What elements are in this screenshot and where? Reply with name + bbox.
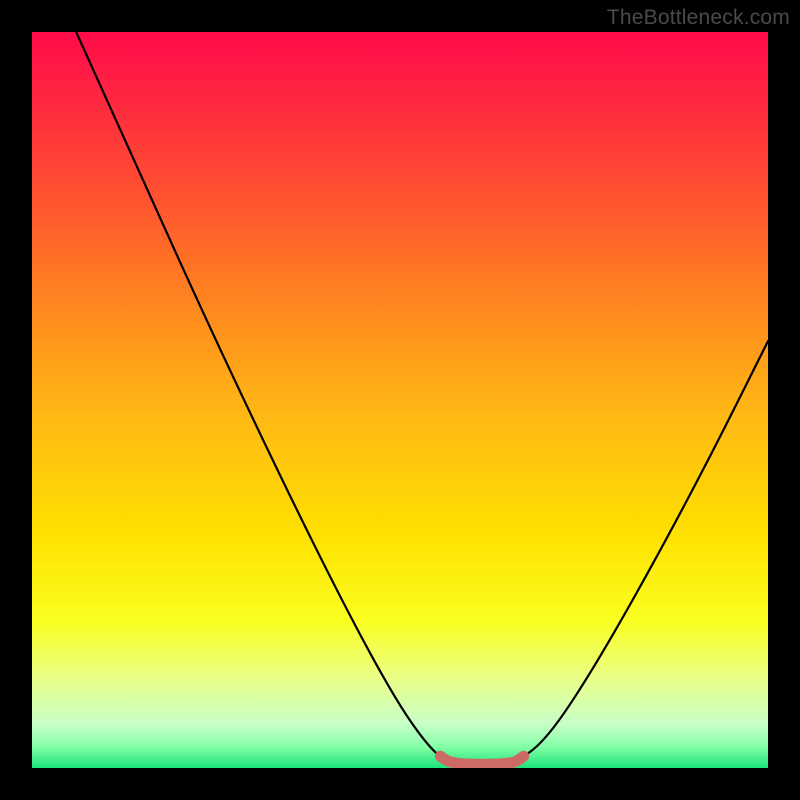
watermark-text: TheBottleneck.com xyxy=(607,6,790,30)
chart-frame: TheBottleneck.com xyxy=(0,0,800,800)
bottleneck-curve xyxy=(76,32,768,764)
plot-area xyxy=(32,32,768,768)
floor-highlight xyxy=(440,756,523,764)
curve-layer xyxy=(32,32,768,768)
